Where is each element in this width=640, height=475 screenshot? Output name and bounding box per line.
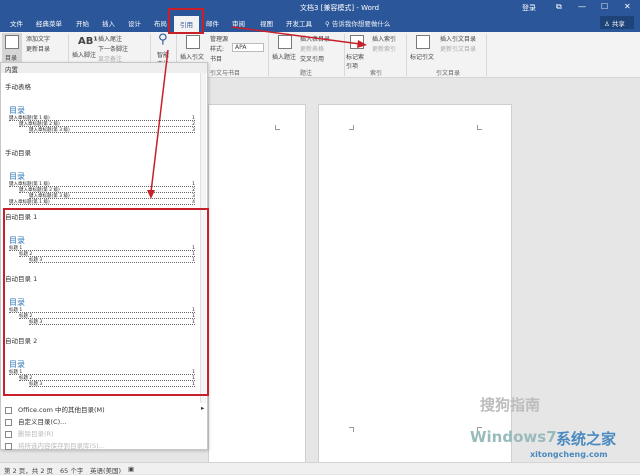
arrow-head-1 (147, 190, 155, 199)
arrow-line-2 (231, 26, 361, 45)
annotation-arrows (147, 26, 367, 199)
arrow-line-1 (150, 49, 169, 193)
arrow-head-2 (357, 40, 367, 48)
